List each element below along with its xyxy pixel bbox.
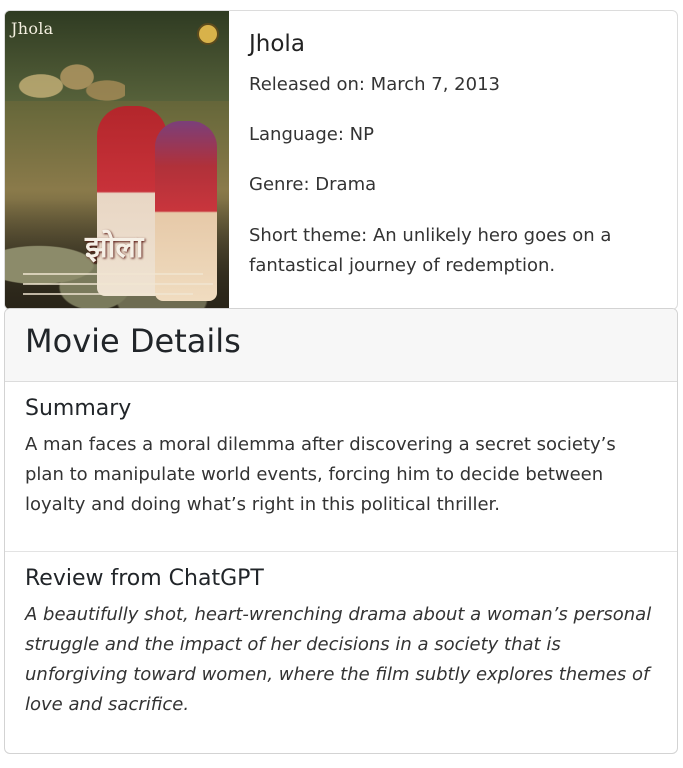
short-theme: Short theme: An unlikely hero goes on a … <box>249 225 612 276</box>
poster-script-title: झोला <box>85 230 144 265</box>
language: Language: NP <box>249 124 374 145</box>
poster-credits-line <box>23 283 213 285</box>
poster-credits-line <box>23 273 203 275</box>
poster-festival-emblem-icon <box>197 23 219 45</box>
details-header: Movie Details <box>5 309 677 382</box>
movie-poster-image: Jhola झोला <box>5 11 229 309</box>
genre: Genre: Drama <box>249 174 377 195</box>
movie-card: Jhola झोला Jhola Released on: March 7, 2… <box>4 10 678 310</box>
summary-text: A man faces a moral dilemma after discov… <box>25 434 616 515</box>
poster-title-text: Jhola <box>11 19 54 38</box>
review-text: A beautifully shot, heart-wrenching dram… <box>25 604 652 715</box>
summary-title: Summary <box>25 396 132 421</box>
movie-title: Jhola <box>249 31 305 57</box>
review-section: Review from ChatGPT A beautifully shot, … <box>5 552 677 720</box>
details-heading: Movie Details <box>25 322 241 360</box>
summary-section: Summary A man faces a moral dilemma afte… <box>5 382 677 552</box>
poster-credits-line <box>23 293 193 295</box>
movie-details-card: Movie Details Summary A man faces a mora… <box>4 308 678 754</box>
review-title: Review from ChatGPT <box>25 566 264 591</box>
release-date: Released on: March 7, 2013 <box>249 74 500 95</box>
